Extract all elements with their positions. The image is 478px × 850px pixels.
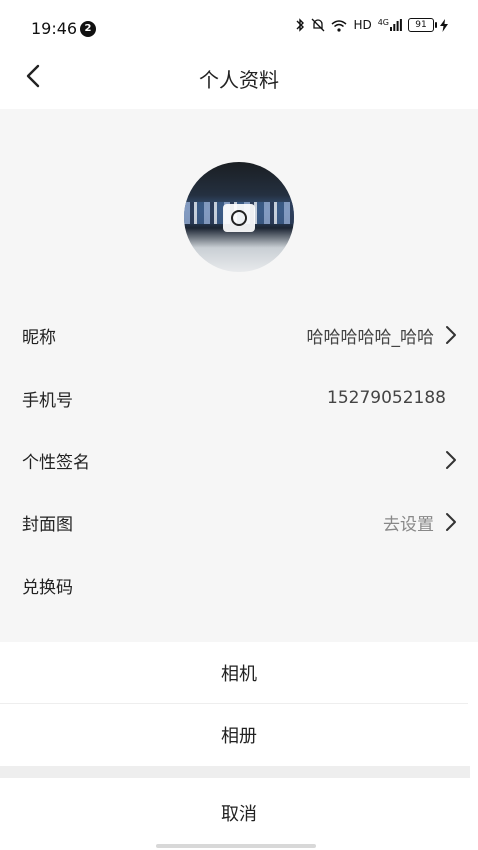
battery-icon: 91 — [408, 18, 437, 32]
charging-icon — [440, 18, 448, 32]
action-sheet: 相机 相册 取消 — [0, 642, 478, 850]
wifi-icon — [331, 19, 347, 32]
nickname-label: 昵称 — [22, 327, 56, 348]
notification-badge: 2 — [80, 21, 96, 37]
chevron-right-icon — [446, 451, 456, 469]
row-nickname[interactable]: 昵称 哈哈哈哈哈_哈哈 — [0, 304, 478, 366]
chevron-right-icon — [446, 326, 456, 344]
home-indicator[interactable] — [156, 844, 316, 848]
nickname-value: 哈哈哈哈哈_哈哈 — [306, 327, 435, 348]
page-title: 个人资料 — [199, 68, 279, 92]
camera-option[interactable]: 相机 — [0, 642, 478, 704]
network-type: HD — [353, 18, 372, 32]
cover-label: 封面图 — [22, 514, 73, 535]
cancel-button[interactable]: 取消 — [0, 782, 478, 844]
phone-value: 15279052188 — [327, 388, 446, 408]
album-option[interactable]: 相册 — [0, 704, 478, 766]
row-redeem-code[interactable]: 兑换码 — [0, 554, 478, 616]
nav-bar: 个人资料 — [0, 45, 478, 109]
redeem-code-label: 兑换码 — [22, 577, 73, 598]
camera-icon — [223, 204, 255, 232]
status-time: 19:46 — [31, 19, 78, 38]
bluetooth-icon — [296, 18, 305, 32]
mute-bell-icon — [311, 18, 325, 32]
sheet-separator — [0, 766, 470, 778]
phone-label: 手机号 — [22, 390, 73, 411]
cover-value: 去设置 — [383, 514, 434, 535]
row-phone: 手机号 15279052188 — [0, 367, 478, 429]
signal-type: 4G — [377, 18, 389, 27]
profile-content: 昵称 哈哈哈哈哈_哈哈 手机号 15279052188 个性签名 封面图 去设置… — [0, 109, 478, 644]
row-signature[interactable]: 个性签名 — [0, 429, 478, 491]
signature-label: 个性签名 — [22, 452, 90, 473]
status-icons: HD 4G 91 — [295, 18, 448, 32]
avatar[interactable] — [184, 162, 294, 272]
signal-icon — [390, 19, 402, 31]
row-cover[interactable]: 封面图 去设置 — [0, 491, 478, 553]
chevron-right-icon — [446, 513, 456, 531]
